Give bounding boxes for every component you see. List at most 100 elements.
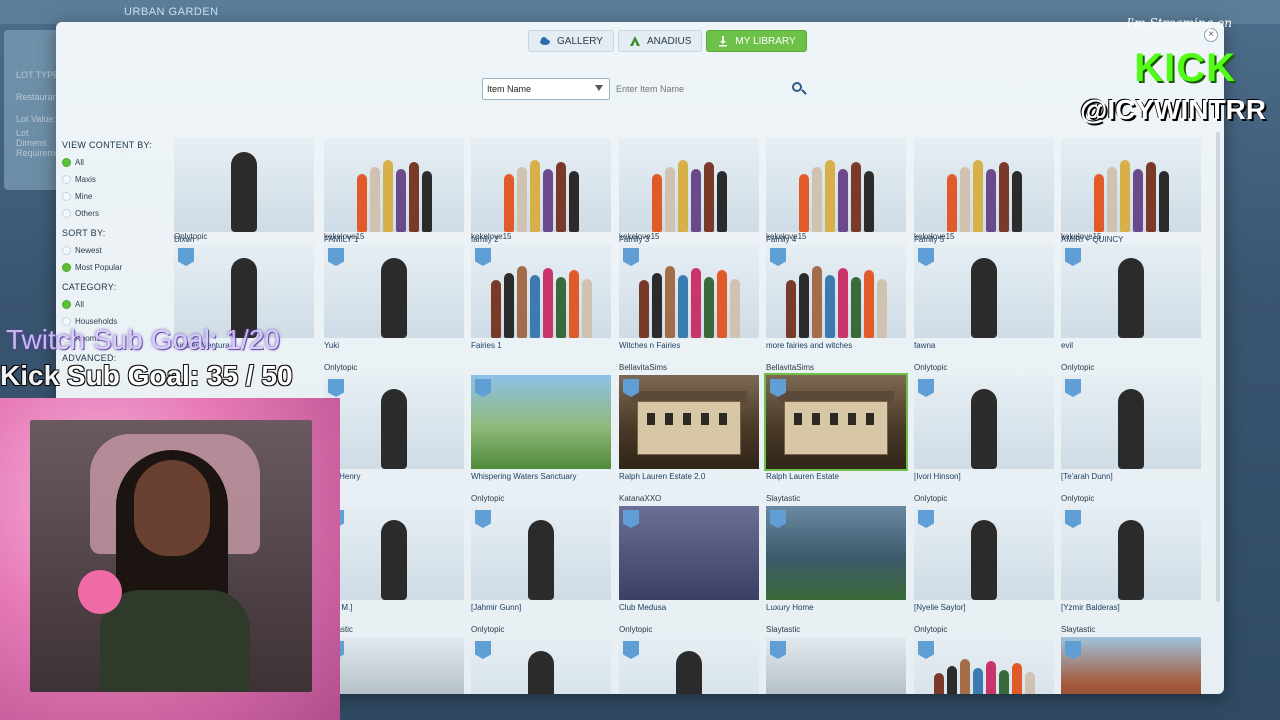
tab-gallery[interactable]: GALLERY [528, 30, 614, 52]
library-item[interactable]: quel M.] [324, 494, 464, 614]
item-creator[interactable] [1061, 130, 1201, 138]
item-thumbnail[interactable] [471, 637, 611, 694]
search-input[interactable] [616, 78, 784, 100]
item-thumbnail[interactable] [619, 637, 759, 694]
item-thumbnail[interactable] [324, 506, 464, 600]
sort-option-most-popular[interactable]: Most Popular [62, 259, 172, 276]
item-creator[interactable]: BellavitaSims [766, 363, 906, 375]
item-creator[interactable]: kekelove15 [1061, 232, 1201, 244]
item-thumbnail[interactable] [1061, 375, 1201, 469]
item-thumbnail[interactable] [766, 244, 906, 338]
item-thumbnail[interactable] [619, 138, 759, 232]
item-creator[interactable]: Slaytastic [766, 625, 906, 637]
library-item[interactable]: laytastic [324, 625, 464, 694]
item-thumbnail[interactable] [471, 506, 611, 600]
item-thumbnail[interactable] [766, 637, 906, 694]
item-creator[interactable]: Onlytopic [914, 363, 1054, 375]
item-creator[interactable]: kekelove15 [324, 232, 464, 244]
item-creator[interactable]: Slaytastic [1061, 625, 1201, 637]
item-creator[interactable] [914, 130, 1054, 138]
library-item[interactable]: Dixon [174, 130, 314, 246]
library-item[interactable]: kekelove15 fawna [914, 232, 1054, 352]
library-item[interactable]: Onlytopic van Henry [324, 363, 464, 483]
item-thumbnail[interactable] [471, 375, 611, 469]
item-thumbnail[interactable] [1061, 637, 1201, 694]
tab-anadius[interactable]: ANADIUS [617, 30, 703, 52]
library-item[interactable]: Onlytopic [619, 625, 759, 694]
item-creator[interactable]: Onlytopic [174, 232, 314, 244]
library-item[interactable]: BellavitaSims Ralph Lauren Estate [764, 363, 908, 483]
library-item[interactable]: kekelove15 Yuki [324, 232, 464, 352]
library-item[interactable]: KatanaXXO Club Medusa [619, 494, 759, 614]
item-thumbnail[interactable] [174, 138, 314, 232]
library-item[interactable]: family 2 [471, 130, 611, 246]
item-thumbnail[interactable] [619, 375, 759, 469]
item-creator[interactable] [174, 130, 314, 138]
item-creator[interactable]: Slaytastic [766, 494, 906, 506]
view-option-others[interactable]: Others [62, 205, 172, 222]
item-creator[interactable]: Onlytopic [619, 625, 759, 637]
item-thumbnail[interactable] [471, 244, 611, 338]
item-thumbnail[interactable] [619, 506, 759, 600]
item-creator[interactable]: KatanaXXO [619, 494, 759, 506]
library-item[interactable]: Family 3 [619, 130, 759, 246]
library-item[interactable]: Onlytopic [Yzmir Balderas] [1061, 494, 1201, 614]
item-thumbnail[interactable] [914, 138, 1054, 232]
item-creator[interactable]: kekelove15 [914, 232, 1054, 244]
item-creator[interactable]: Onlytopic [324, 363, 464, 375]
item-creator[interactable] [324, 130, 464, 138]
library-item[interactable]: Onlytopic [471, 625, 611, 694]
item-creator[interactable] [471, 363, 611, 375]
view-option-mine[interactable]: Mine [62, 188, 172, 205]
library-item[interactable]: Slaytastic [766, 625, 906, 694]
search-icon[interactable] [790, 80, 808, 98]
view-option-maxis[interactable]: Maxis [62, 171, 172, 188]
item-thumbnail[interactable] [914, 375, 1054, 469]
category-option-all[interactable]: All [62, 296, 172, 313]
item-thumbnail[interactable] [324, 138, 464, 232]
sort-option-newest[interactable]: Newest [62, 242, 172, 259]
item-creator[interactable]: Onlytopic [914, 494, 1054, 506]
item-thumbnail[interactable] [1061, 506, 1201, 600]
library-item[interactable]: kekelove15 Fairies 1 [471, 232, 611, 352]
item-thumbnail[interactable] [324, 637, 464, 694]
library-item[interactable]: Slaytastic Luxury Home [766, 494, 906, 614]
item-creator[interactable]: Onlytopic [471, 625, 611, 637]
item-creator[interactable]: kekelove15 [766, 232, 906, 244]
library-item[interactable]: Family 5 [914, 130, 1054, 246]
item-creator[interactable] [324, 494, 464, 506]
library-item[interactable]: kekelove15 evil [1061, 232, 1201, 352]
library-item[interactable]: AMIRI + QUINCY [1061, 130, 1201, 246]
tab-my-library[interactable]: MY LIBRARY [706, 30, 807, 52]
item-thumbnail[interactable] [1061, 138, 1201, 232]
library-item[interactable]: Family 4 [766, 130, 906, 246]
library-item[interactable]: Onlytopic [Nyelie Saylor] [914, 494, 1054, 614]
library-item[interactable]: Onlytopic [Ivori Hinson] [914, 363, 1054, 483]
item-thumbnail[interactable] [324, 244, 464, 338]
item-thumbnail[interactable] [324, 375, 464, 469]
item-creator[interactable]: kekelove15 [471, 232, 611, 244]
item-thumbnail[interactable] [914, 244, 1054, 338]
item-thumbnail[interactable] [764, 373, 908, 471]
item-creator[interactable]: Onlytopic [1061, 363, 1201, 375]
item-thumbnail[interactable] [766, 506, 906, 600]
grid-scrollbar[interactable] [1216, 132, 1220, 602]
item-thumbnail[interactable] [766, 138, 906, 232]
item-thumbnail[interactable] [1061, 244, 1201, 338]
library-item[interactable]: Onlytopic [Te'arah Dunn] [1061, 363, 1201, 483]
library-item[interactable]: Onlytopic [Jahmir Gunn] [471, 494, 611, 614]
library-item[interactable]: Whispering Waters Sanctuary [471, 363, 611, 483]
library-item[interactable]: Slaytastic [1061, 625, 1201, 694]
library-item[interactable]: FAMILY 1 [324, 130, 464, 246]
item-creator[interactable] [471, 130, 611, 138]
item-creator[interactable]: Onlytopic [914, 625, 1054, 637]
item-creator[interactable] [766, 130, 906, 138]
item-creator[interactable]: laytastic [324, 625, 464, 637]
library-item[interactable]: BellavitaSims Ralph Lauren Estate 2.0 [619, 363, 759, 483]
search-type-select[interactable]: Item Name [482, 78, 610, 100]
view-option-all[interactable]: All [62, 154, 172, 171]
item-creator[interactable]: Onlytopic [1061, 494, 1201, 506]
library-item[interactable]: Onlytopic [914, 625, 1054, 694]
item-thumbnail[interactable] [619, 244, 759, 338]
library-item[interactable]: kekelove15 more fairies and witches [766, 232, 906, 352]
